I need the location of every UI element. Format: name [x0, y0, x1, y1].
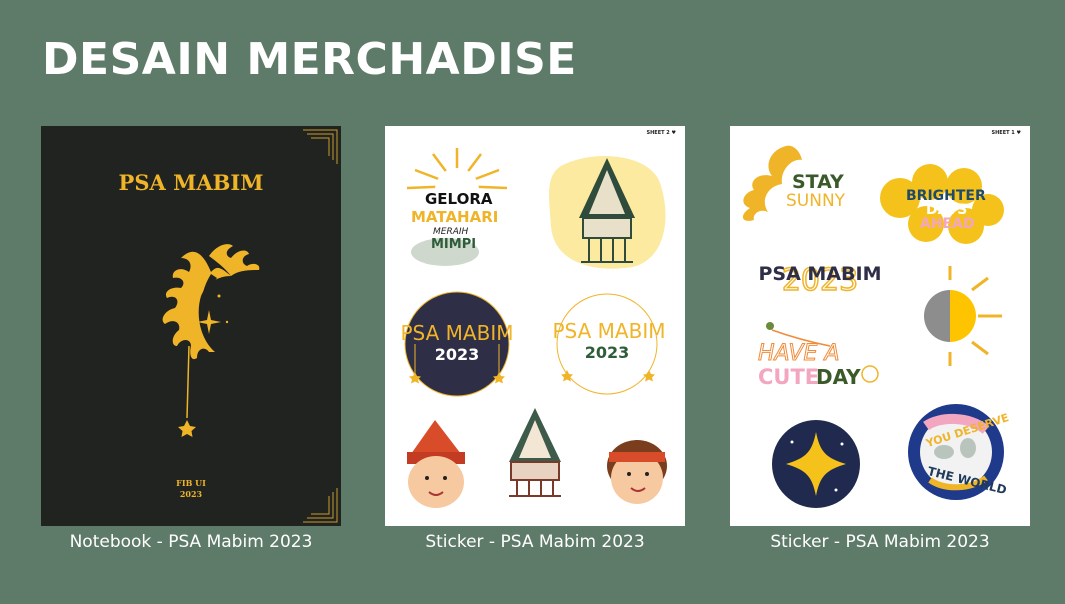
gelora-text-1: GELORA: [425, 190, 493, 208]
cover-title: PSA MABIM: [118, 170, 264, 195]
stay-text-1: STAY: [792, 171, 844, 193]
cover-footer-line2: 2023: [179, 489, 203, 499]
brighter-text-3: AHEAD: [920, 216, 975, 232]
badge-a-title: PSA MABIM: [401, 321, 514, 345]
gelora-text-4: MIMPI: [431, 237, 476, 252]
cover-footer: FIB UI 2023: [41, 478, 341, 500]
notebook-caption: Notebook - PSA Mabim 2023: [69, 532, 313, 552]
sticker-caption-2: Sticker - PSA Mabim 2023: [770, 532, 990, 552]
psa-title: PSA MABIM: [759, 263, 882, 285]
cute-text-3: DAY: [816, 365, 861, 389]
sticker-person-headband: [607, 440, 667, 504]
sticker-person-hat: [407, 420, 465, 508]
gelora-text-3: MERAIH: [433, 227, 469, 237]
stay-text-2: SUNNY: [786, 191, 846, 211]
notebook-cover-image: PSA MABIM FIB UI 2023: [41, 126, 341, 526]
sticker-sheet-2-image: SHEET 2 ♥ GELORA MATAHARI MERAIH MIMPI P…: [385, 126, 685, 526]
badge-b-title: PSA MABIM: [553, 319, 666, 343]
sticker-cute-day: HAVE A CUTE DAY: [758, 322, 879, 389]
slide-title: DESAIN MERCHADISE: [42, 34, 577, 85]
sticker-gelora: GELORA MATAHARI MERAIH MIMPI: [406, 148, 508, 266]
cute-text-2: CUTE: [758, 365, 819, 389]
sticker-psa-badge-light: PSA MABIM 2023: [553, 293, 666, 395]
sticker-small-house: [509, 408, 561, 497]
sticker-sun-moon: [924, 266, 1002, 366]
sticker-brighter-days: BRIGHTER DAYS AHEAD: [880, 164, 1004, 244]
sticker-sheet-1-image: SHEET 1 ♥ STAY SUNNY BRIGHTER DAYS AHEAD…: [730, 126, 1030, 526]
sticker-star-circle: [772, 420, 860, 508]
sticker-stay-sunny: STAY SUNNY: [742, 145, 846, 221]
sticker-psa-badge-dark: PSA MABIM 2023: [401, 291, 514, 397]
sticker-psa-2023: 2023 PSA MABIM: [759, 262, 882, 299]
sticker-caption-1: Sticker - PSA Mabim 2023: [425, 532, 645, 552]
cute-text-1: HAVE A: [758, 341, 840, 366]
sticker-batak-house: [549, 155, 666, 269]
cover-footer-line1: FIB UI: [176, 478, 206, 488]
sticker-world: YOU DESERVE THE WORLD: [908, 404, 1010, 500]
badge-b-year: 2023: [585, 343, 630, 362]
gelora-text-2: MATAHARI: [411, 208, 498, 226]
badge-a-year: 2023: [435, 345, 480, 364]
